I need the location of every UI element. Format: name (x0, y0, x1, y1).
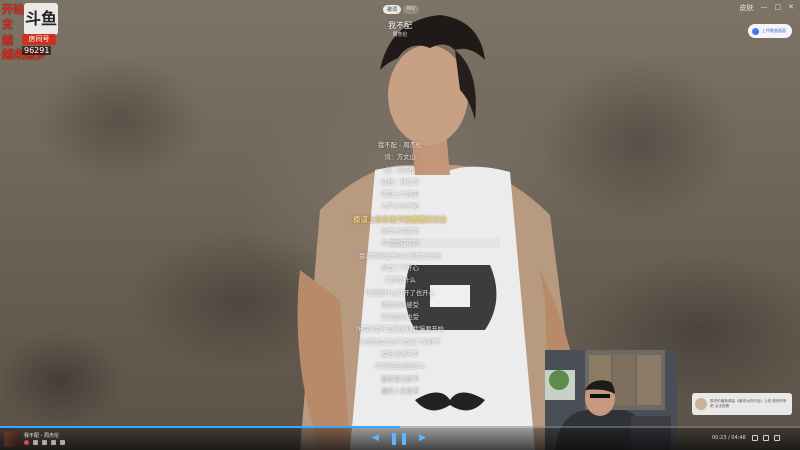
lyric-line[interactable]: 我的人生是否 (330, 386, 470, 398)
close-button[interactable]: ✕ (788, 3, 794, 13)
lyric-line[interactable]: 还是上大路走 (330, 189, 470, 201)
playback-controls: ◀ ❚❚ ▶ (372, 432, 426, 444)
lyric-line[interactable]: 你睡上的我事 (330, 226, 470, 238)
tab-mv[interactable]: MV (403, 5, 419, 14)
previous-button[interactable]: ◀ (372, 432, 379, 444)
ai-pill-sub: 上传歌曲画面 (762, 28, 786, 33)
lyric-line[interactable]: 我的青春也开始为爱情泛过来 (330, 251, 470, 263)
time-display: 00:23 / 04:48 (712, 435, 746, 441)
notification-text: 周杰伦最新单曲《最伟大的作品》上线 快来听听吧 点击查看 (710, 399, 787, 408)
album-cover[interactable] (4, 431, 20, 447)
lyric-line[interactable]: 词：方文山 (330, 152, 470, 164)
progress-bar[interactable] (0, 426, 800, 428)
like-icon[interactable] (24, 440, 29, 445)
more-icon[interactable] (60, 440, 65, 445)
room-id: 96291 (22, 46, 52, 55)
lyric-line-current[interactable]: 原谅上你吉他节拍慢慢泛过去 (330, 214, 470, 226)
next-button[interactable]: ▶ (419, 432, 426, 444)
song-artist: 周杰伦 (392, 32, 408, 38)
lyric-line[interactable]: 我还是已经不 (330, 374, 470, 386)
playlist-icon[interactable] (763, 435, 769, 441)
song-title: 我不配 (388, 21, 412, 30)
lyric-line[interactable]: 所有的都不是能发现我慢要开始 (330, 324, 470, 336)
overlay-text-2: 支 (2, 18, 13, 31)
window-controls: 皮肤 — □ ✕ (740, 3, 795, 13)
notification-avatar-icon (695, 398, 707, 410)
lyric-line[interactable]: 我不配 - 周杰伦 (330, 140, 470, 152)
stream-overlay: 开站石粉丝 支 越 越来越多 斗鱼 房间号 96291 (0, 0, 70, 62)
volume-icon[interactable] (752, 435, 758, 441)
maximize-button[interactable]: □ (775, 3, 782, 13)
tab-lyrics[interactable]: 歌词 (383, 5, 402, 14)
now-playing-actions (24, 440, 65, 445)
lyric-line[interactable]: 但是丁不开心 (330, 263, 470, 275)
ai-icon (752, 27, 759, 35)
minimize-button[interactable]: — (761, 3, 768, 13)
mode-tabs: 歌词 MV (383, 5, 419, 14)
lyric-line[interactable]: 编曲：林迈可 (330, 177, 470, 189)
room-tag: 房间号 (22, 34, 56, 45)
lyric-line[interactable]: 大声从头开始 (330, 201, 470, 213)
lyrics-panel: 我不配 - 周杰伦 词：方文山 曲：周杰伦 编曲：林迈可 还是上大路走 大声从头开始 原谅上… (330, 140, 470, 398)
pause-button[interactable]: ❚❚ (389, 432, 409, 444)
share-icon[interactable] (51, 440, 56, 445)
lyric-line[interactable]: 又那是什么 (330, 275, 470, 287)
progress-fill (0, 426, 400, 428)
skin-button[interactable]: 皮肤 (740, 3, 754, 13)
lyric-line[interactable]: 相信你的感受 (330, 300, 470, 312)
comment-icon[interactable] (42, 440, 47, 445)
player-tools (752, 435, 780, 441)
lyric-line[interactable]: 我已经放开手 (330, 349, 470, 361)
lyric-line[interactable]: 曲：周杰伦 (330, 165, 470, 177)
lyric-line[interactable]: 你想要什么打开了也开心 (330, 288, 470, 300)
lyric-line[interactable]: 你可能在说我多么 (330, 361, 470, 373)
lyric-line[interactable]: 不用没有大别不是着了的样子 (330, 337, 470, 349)
download-icon[interactable] (33, 440, 38, 445)
lyric-line[interactable]: 有这里在花间 (330, 238, 470, 250)
douyu-logo: 斗鱼 (24, 3, 58, 35)
notification-toast[interactable]: 周杰伦最新单曲《最伟大的作品》上线 快来听听吧 点击查看 (692, 393, 792, 415)
now-playing-label: 我不配 - 周杰伦 (24, 433, 59, 439)
ai-assistant-button[interactable]: 上传歌曲画面 (748, 24, 792, 38)
lyrics-icon[interactable] (774, 435, 780, 441)
player-bar: 我不配 - 周杰伦 ◀ ❚❚ ▶ 00:23 / 04:48 (0, 426, 800, 450)
lyric-line[interactable]: 原谅是你也受 (330, 312, 470, 324)
